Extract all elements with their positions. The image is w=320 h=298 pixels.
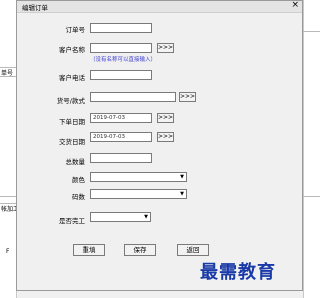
back-button[interactable]: 返回 <box>177 244 209 256</box>
order-date-label: 下单日期 <box>59 118 85 126</box>
color-select[interactable]: ▼ <box>90 172 187 182</box>
total-qty-input[interactable] <box>90 153 152 163</box>
customer-picker-button[interactable]: >>> <box>157 43 174 53</box>
background-right-panel <box>303 0 320 298</box>
order-date-input[interactable]: 2019-07-03 <box>90 113 152 123</box>
chevron-down-icon[interactable]: ▼ <box>180 191 184 198</box>
customer-name-input[interactable] <box>90 43 152 53</box>
background-label: F <box>6 248 10 255</box>
chevron-down-icon[interactable]: ▼ <box>144 214 148 221</box>
total-qty-label: 总数量 <box>65 158 86 166</box>
model-label: 货号/款式 <box>56 97 85 105</box>
background-divider <box>303 196 320 197</box>
delivery-date-picker-button[interactable]: >>> <box>157 132 174 142</box>
size-select[interactable]: ▼ <box>90 189 187 199</box>
color-label: 颜色 <box>72 176 85 184</box>
reset-button[interactable]: 重填 <box>73 244 105 256</box>
order-date-picker-button[interactable]: >>> <box>157 113 174 123</box>
customer-name-label: 客户名称 <box>59 46 85 54</box>
delivery-date-input[interactable]: 2019-07-03 <box>90 132 152 142</box>
order-no-input[interactable] <box>90 23 152 33</box>
delivery-date-label: 交货日期 <box>59 138 85 146</box>
size-label: 码数 <box>72 193 85 201</box>
finished-label: 是否完工 <box>59 217 85 225</box>
background-column-header: 单号 <box>1 70 14 77</box>
order-no-label: 订单号 <box>65 26 86 34</box>
background-divider <box>0 196 16 197</box>
model-input[interactable] <box>90 92 176 102</box>
watermark-logo: 最需教育 <box>200 262 276 283</box>
background-divider <box>303 31 320 32</box>
customer-name-hint: （没有名称可以直接输入） <box>90 57 157 63</box>
customer-phone-label: 客户电话 <box>59 74 85 82</box>
chevron-down-icon[interactable]: ▼ <box>180 174 184 181</box>
save-button[interactable]: 保存 <box>124 244 156 256</box>
finished-select[interactable]: ▼ <box>90 212 151 222</box>
dialog-titlebar: 编辑订单 × <box>17 0 302 13</box>
model-picker-button[interactable]: >>> <box>179 92 196 102</box>
close-icon[interactable]: × <box>291 0 299 11</box>
edit-order-dialog: 编辑订单 × 订单号 客户名称 >>> （没有名称可以直接输入） 客户电话 货号… <box>16 0 303 291</box>
dialog-title: 编辑订单 <box>22 4 48 12</box>
customer-phone-input[interactable] <box>90 70 152 80</box>
